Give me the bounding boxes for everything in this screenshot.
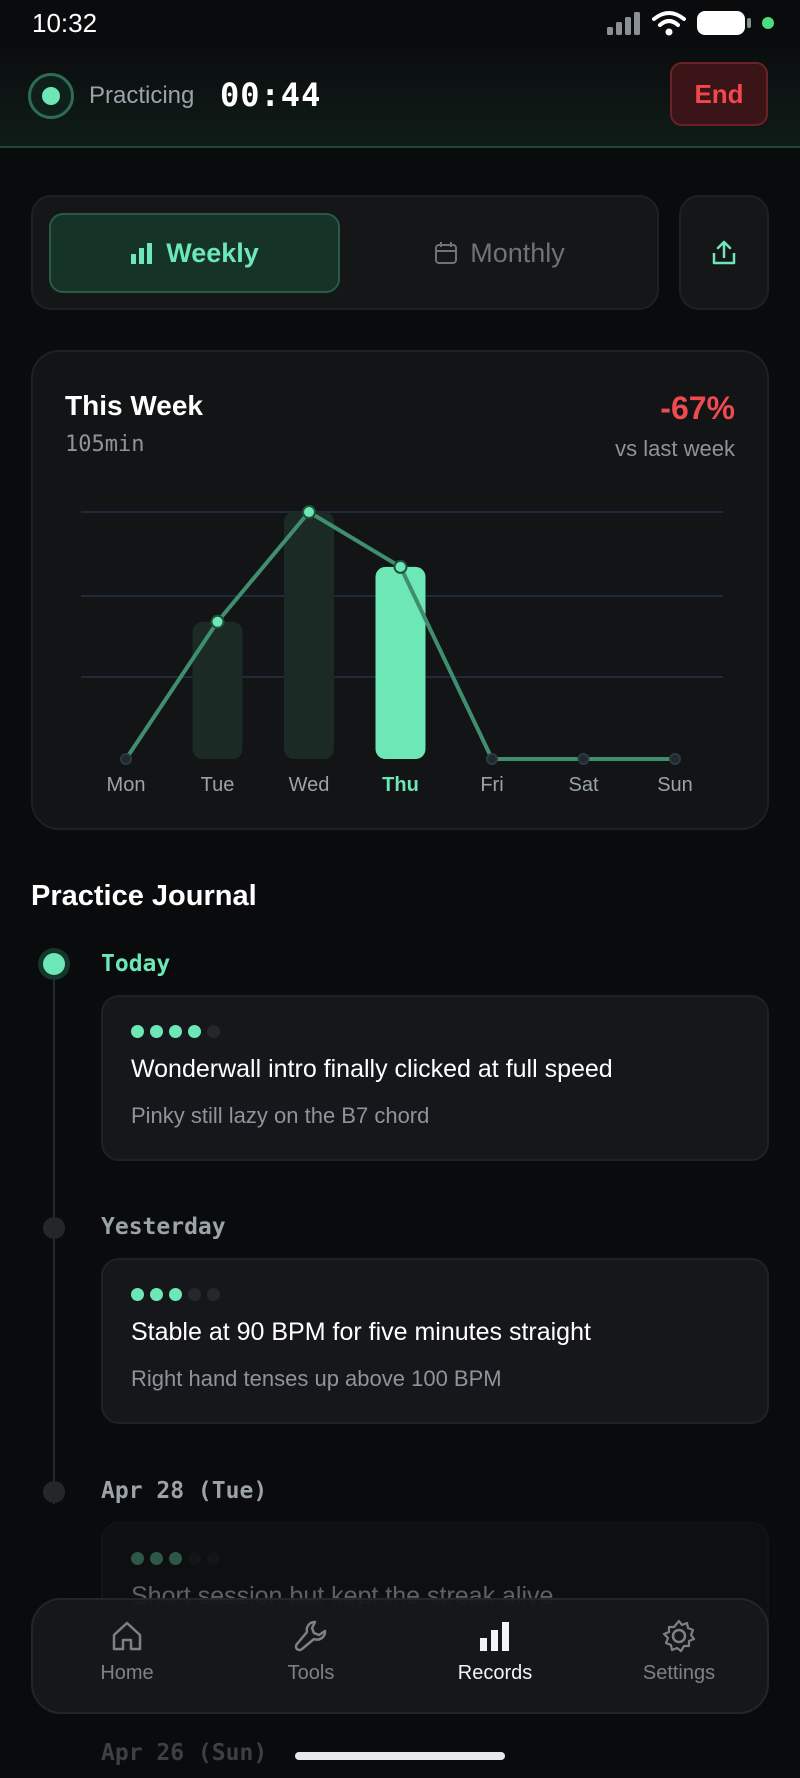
nav-label: Tools [287, 1662, 335, 1684]
entry-date: Today [101, 951, 171, 977]
calendar-icon [435, 242, 458, 264]
tick-label-mon: Mon [107, 774, 146, 796]
tick-label-fri: Fri [480, 774, 503, 796]
rating-dots [131, 1025, 220, 1038]
status-time: 10:32 [32, 8, 98, 38]
entry-date: Apr 28 (Tue) [101, 1478, 268, 1504]
period-tabs: Weekly Monthly [31, 195, 659, 310]
entry-note: Pinky still lazy on the B7 chord [131, 1103, 430, 1128]
tick-label-sun: Sun [657, 774, 693, 796]
recording-dot-icon [762, 17, 774, 29]
entry-note: Right hand tenses up above 100 BPM [131, 1366, 502, 1391]
nav-item-settings[interactable]: Settings [599, 1618, 759, 1685]
rating-dots [131, 1552, 220, 1565]
entry-text: Stable at 90 BPM for five minutes straig… [131, 1318, 591, 1346]
timeline-dot [43, 953, 65, 975]
tick-label-sat: Sat [568, 774, 598, 796]
tick-label-tue: Tue [201, 774, 235, 796]
status-bar: 10:32 [0, 0, 800, 48]
tick-label-wed: Wed [289, 774, 330, 796]
nav-item-tools[interactable]: Tools [231, 1618, 391, 1685]
rating-dots [131, 1288, 220, 1301]
entry-date: Apr 26 (Sun) [101, 1740, 268, 1766]
tab-weekly-label: Weekly [166, 237, 259, 268]
session-label: Practicing [89, 82, 195, 109]
bar-chart-icon [131, 243, 153, 264]
battery-icon [697, 11, 751, 35]
nav-item-home[interactable]: Home [47, 1618, 207, 1685]
timeline-dot [43, 1481, 65, 1503]
entry-text: Wonderwall intro finally clicked at full… [131, 1055, 613, 1083]
session-timer: 00:44 [220, 76, 322, 114]
data-point-sun [669, 753, 681, 765]
live-indicator-icon [28, 73, 74, 119]
end-session-button[interactable]: End [670, 62, 768, 126]
tab-weekly[interactable]: Weekly [49, 213, 340, 293]
share-button[interactable] [679, 195, 769, 310]
data-point-thu [393, 559, 408, 574]
bar-chart-icon [480, 1622, 509, 1651]
data-point-mon [120, 753, 132, 765]
bottom-nav: Home Tools Records Settings [31, 1598, 769, 1714]
session-bar: Practicing 00:44 End [0, 48, 800, 148]
tab-monthly-label: Monthly [470, 237, 565, 268]
nav-label: Records [457, 1662, 533, 1684]
journal-entry-card[interactable]: Wonderwall intro finally clicked at full… [101, 995, 769, 1161]
weekly-chart: Mon Tue Wed Thu Fri Sat Sun [81, 505, 723, 796]
wrench-icon [294, 1620, 327, 1652]
data-point-fri [486, 753, 498, 765]
tick-label-thu: Thu [382, 774, 419, 796]
bar-wed [284, 512, 334, 759]
data-point-sat [577, 753, 590, 765]
status-icons [606, 10, 774, 36]
tab-monthly[interactable]: Monthly [354, 213, 645, 293]
wifi-icon [652, 11, 686, 36]
signal-icon [607, 12, 640, 35]
data-point-tue [210, 614, 225, 629]
data-point-wed [302, 505, 316, 519]
nav-label: Home [100, 1662, 154, 1684]
bar-tue [192, 621, 243, 759]
nav-label: Settings [642, 1662, 716, 1684]
weekly-summary-card: This Week 105min -67% vs last week Mon Tu… [31, 350, 769, 830]
journal-title: Practice Journal [31, 880, 257, 912]
home-indicator[interactable] [295, 1752, 505, 1760]
entry-date: Yesterday [101, 1214, 226, 1240]
nav-item-records[interactable]: Records [415, 1618, 575, 1685]
share-icon [712, 240, 736, 264]
journal-entry-card[interactable]: Stable at 90 BPM for five minutes straig… [101, 1258, 769, 1424]
bar-thu [375, 566, 426, 759]
timeline-dot [43, 1217, 65, 1239]
home-icon [112, 1621, 142, 1651]
gear-icon [662, 1619, 696, 1653]
